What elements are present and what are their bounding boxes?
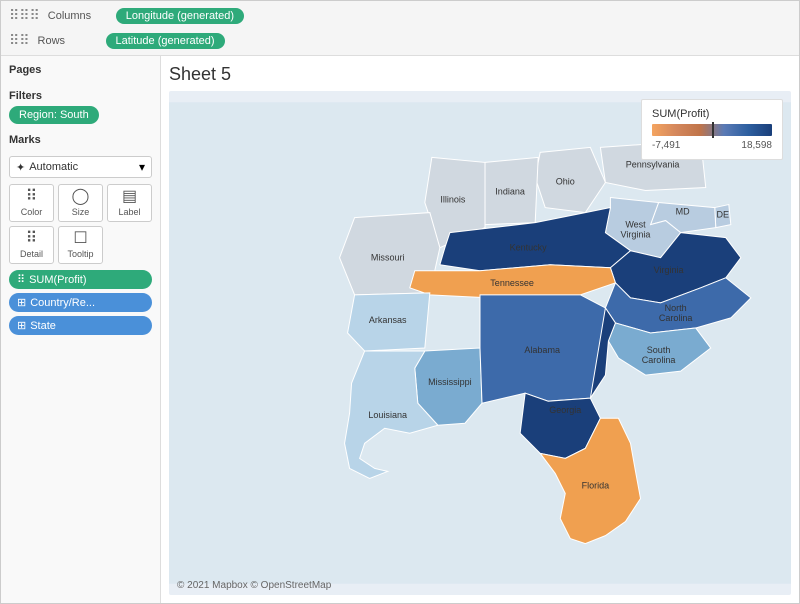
- size-label: Size: [72, 207, 90, 217]
- tooltip-icon: ☐: [73, 231, 87, 247]
- legend-title: SUM(Profit): [652, 108, 772, 120]
- sum-profit-label: SUM(Profit): [29, 274, 86, 286]
- label-button[interactable]: ▤ Label: [107, 184, 152, 222]
- detail-button[interactable]: ⠿ Detail: [9, 226, 54, 264]
- map-svg: Ohio Pennsylvania Indiana Illinois: [169, 91, 791, 595]
- legend-labels: -7,491 18,598: [652, 140, 772, 151]
- tooltip-button[interactable]: ☐ Tooltip: [58, 226, 103, 264]
- rows-drag-icon: ⠿⠿: [9, 32, 30, 49]
- delaware-shape: [715, 205, 731, 228]
- field-pills: ⠿ SUM(Profit) ⊞ Country/Re... ⊞ State: [9, 270, 152, 335]
- filters-title: Filters: [9, 90, 152, 102]
- color-button[interactable]: ⠿ Color: [9, 184, 54, 222]
- measure-icon: ⠿: [17, 273, 25, 286]
- arkansas-shape[interactable]: [348, 293, 430, 351]
- dimension-icon-2: ⊞: [17, 319, 26, 332]
- chevron-down-icon: ▾: [139, 160, 145, 174]
- left-panel: Pages Filters Region: South Marks ✦ Auto…: [1, 56, 161, 603]
- size-button[interactable]: ◯ Size: [58, 184, 103, 222]
- marks-type-dropdown[interactable]: ✦ Automatic ▾: [9, 156, 152, 178]
- legend-gradient: [652, 124, 772, 136]
- pages-title: Pages: [9, 64, 152, 76]
- columns-row: ⠿⠿⠿ Columns Longitude (generated): [9, 5, 791, 26]
- profit-legend: SUM(Profit) -7,491 18,598: [641, 99, 783, 160]
- marks-title: Marks: [9, 134, 152, 146]
- label-icon: ▤: [122, 189, 137, 205]
- pages-section: Pages: [9, 64, 152, 80]
- legend-max: 18,598: [741, 140, 772, 151]
- filters-section: Filters Region: South: [9, 90, 152, 124]
- automatic-icon: ✦: [16, 161, 25, 174]
- tooltip-label: Tooltip: [67, 249, 93, 259]
- state-pill[interactable]: ⊞ State: [9, 316, 152, 335]
- color-dots-icon: ⠿: [26, 189, 38, 205]
- columns-drag-icon: ⠿⠿⠿: [9, 7, 40, 24]
- sum-profit-pill[interactable]: ⠿ SUM(Profit): [9, 270, 152, 289]
- region-filter-pill[interactable]: Region: South: [9, 106, 99, 124]
- dimension-icon-1: ⊞: [17, 296, 26, 309]
- marks-buttons-grid: ⠿ Color ◯ Size ▤ Label ⠿ Detail: [9, 184, 152, 264]
- country-region-pill[interactable]: ⊞ Country/Re...: [9, 293, 152, 312]
- toolbar: ⠿⠿⠿ Columns Longitude (generated) ⠿⠿ Row…: [1, 1, 799, 56]
- alabama-shape[interactable]: [480, 295, 608, 403]
- rows-label: Rows: [38, 35, 98, 47]
- indiana-shape: [485, 157, 538, 224]
- marks-dropdown-label-text: Automatic: [29, 161, 78, 173]
- map-area: Sheet 5 Ohio Pennsylvania: [161, 56, 799, 603]
- marks-section: Marks ✦ Automatic ▾ ⠿ Color ◯: [9, 134, 152, 335]
- columns-label: Columns: [48, 10, 108, 22]
- size-icon: ◯: [72, 189, 90, 205]
- state-label: State: [30, 320, 56, 332]
- latitude-pill[interactable]: Latitude (generated): [106, 33, 225, 49]
- color-label: Color: [21, 207, 43, 217]
- map-copyright: © 2021 Mapbox © OpenStreetMap: [177, 580, 331, 591]
- label-label: Label: [118, 207, 140, 217]
- detail-label: Detail: [20, 249, 43, 259]
- main-layout: Pages Filters Region: South Marks ✦ Auto…: [1, 56, 799, 603]
- legend-min: -7,491: [652, 140, 680, 151]
- detail-icon: ⠿: [26, 231, 38, 247]
- longitude-pill[interactable]: Longitude (generated): [116, 8, 244, 24]
- rows-row: ⠿⠿ Rows Latitude (generated): [9, 30, 791, 51]
- map-content[interactable]: Ohio Pennsylvania Indiana Illinois: [169, 91, 791, 595]
- legend-marker: [712, 122, 714, 138]
- sheet-title: Sheet 5: [169, 64, 791, 85]
- country-region-label: Country/Re...: [30, 297, 95, 309]
